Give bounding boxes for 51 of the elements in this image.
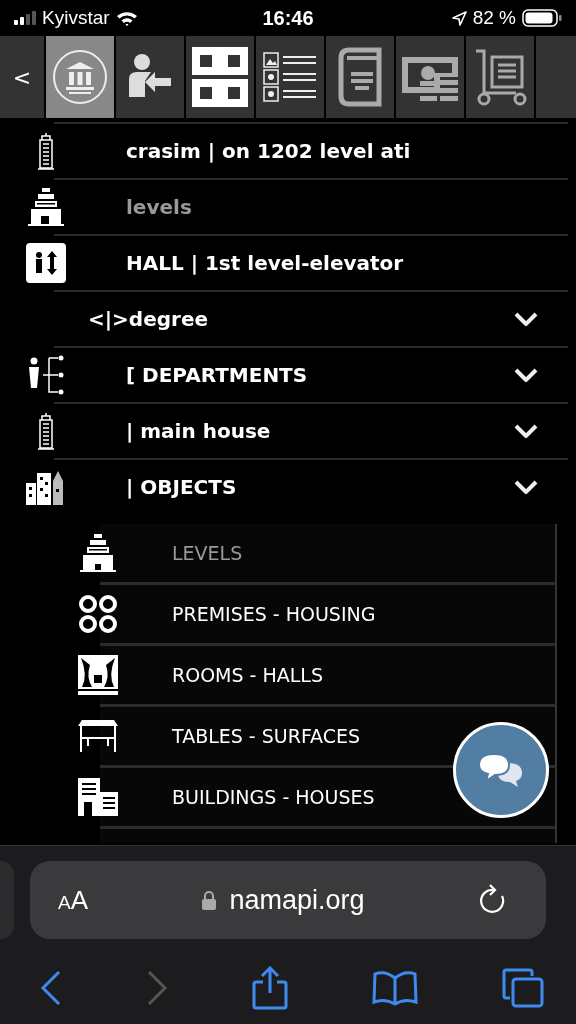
submenu-item[interactable]: TABLES - SURFACES: [172, 725, 361, 747]
lock-icon: [201, 890, 218, 910]
chat-bubbles-icon: [478, 753, 524, 787]
tool-button[interactable]: [466, 36, 534, 118]
chevron-down-icon[interactable]: [514, 480, 538, 494]
menu-item[interactable]: | OBJECTS: [126, 475, 237, 499]
bookmarks-icon[interactable]: [372, 970, 418, 1006]
tool-button[interactable]: [256, 36, 324, 118]
museum-icon: [52, 49, 108, 105]
org-chart-icon: [27, 355, 65, 395]
signal-icon: [14, 11, 36, 25]
clock-time: 16:46: [262, 6, 314, 30]
location-icon: [451, 10, 467, 26]
grid-icon: [192, 47, 248, 107]
menu-item[interactable]: | main house: [126, 419, 271, 443]
battery-percent: 82 %: [472, 7, 516, 29]
menu-item[interactable]: [ DEPARTMENTS: [126, 363, 308, 387]
back-icon[interactable]: [40, 970, 62, 1006]
submenu-item[interactable]: ROOMS - HALLS: [172, 664, 324, 686]
text-size-button[interactable]: AA: [58, 884, 89, 916]
elevator-icon: [26, 243, 66, 283]
url-text: namapi.org: [229, 884, 365, 916]
wifi-icon: [115, 10, 138, 26]
submenu-item[interactable]: BUILDINGS - HOUSES: [172, 786, 375, 808]
tool-button[interactable]: [396, 36, 464, 118]
battery-icon: [522, 9, 562, 27]
tabs-icon[interactable]: [502, 968, 544, 1008]
table-canopy-icon: [78, 720, 118, 752]
menu-item[interactable]: HALL | 1st level-elevator: [126, 251, 404, 275]
carrier-name: Kyivstar: [42, 7, 110, 29]
back-button[interactable]: <: [0, 36, 44, 118]
submenu-item[interactable]: LEVELS: [172, 542, 243, 564]
chevron-down-icon[interactable]: [514, 312, 538, 326]
menu-item[interactable]: <|>degree: [88, 307, 208, 331]
tower-icon: [35, 412, 57, 450]
tiered-building-icon: [26, 187, 66, 227]
city-buildings-icon: [26, 469, 66, 505]
four-circles-icon: [78, 594, 118, 634]
reload-icon[interactable]: [478, 884, 506, 916]
address-bar[interactable]: AA namapi.org: [30, 861, 546, 939]
tower-icon: [35, 132, 57, 170]
chevron-down-icon[interactable]: [514, 424, 538, 438]
menu-item[interactable]: crasim | on 1202 level ati: [126, 139, 411, 163]
picture-list-icon: [262, 49, 318, 105]
tool-button[interactable]: [326, 36, 394, 118]
chevron-down-icon[interactable]: [514, 368, 538, 382]
menu-item[interactable]: levels: [126, 195, 192, 219]
tool-button[interactable]: [116, 36, 184, 118]
tool-button[interactable]: [186, 36, 254, 118]
submenu-item[interactable]: PREMISES - HOUSING: [172, 603, 376, 625]
share-icon[interactable]: [252, 966, 288, 1010]
